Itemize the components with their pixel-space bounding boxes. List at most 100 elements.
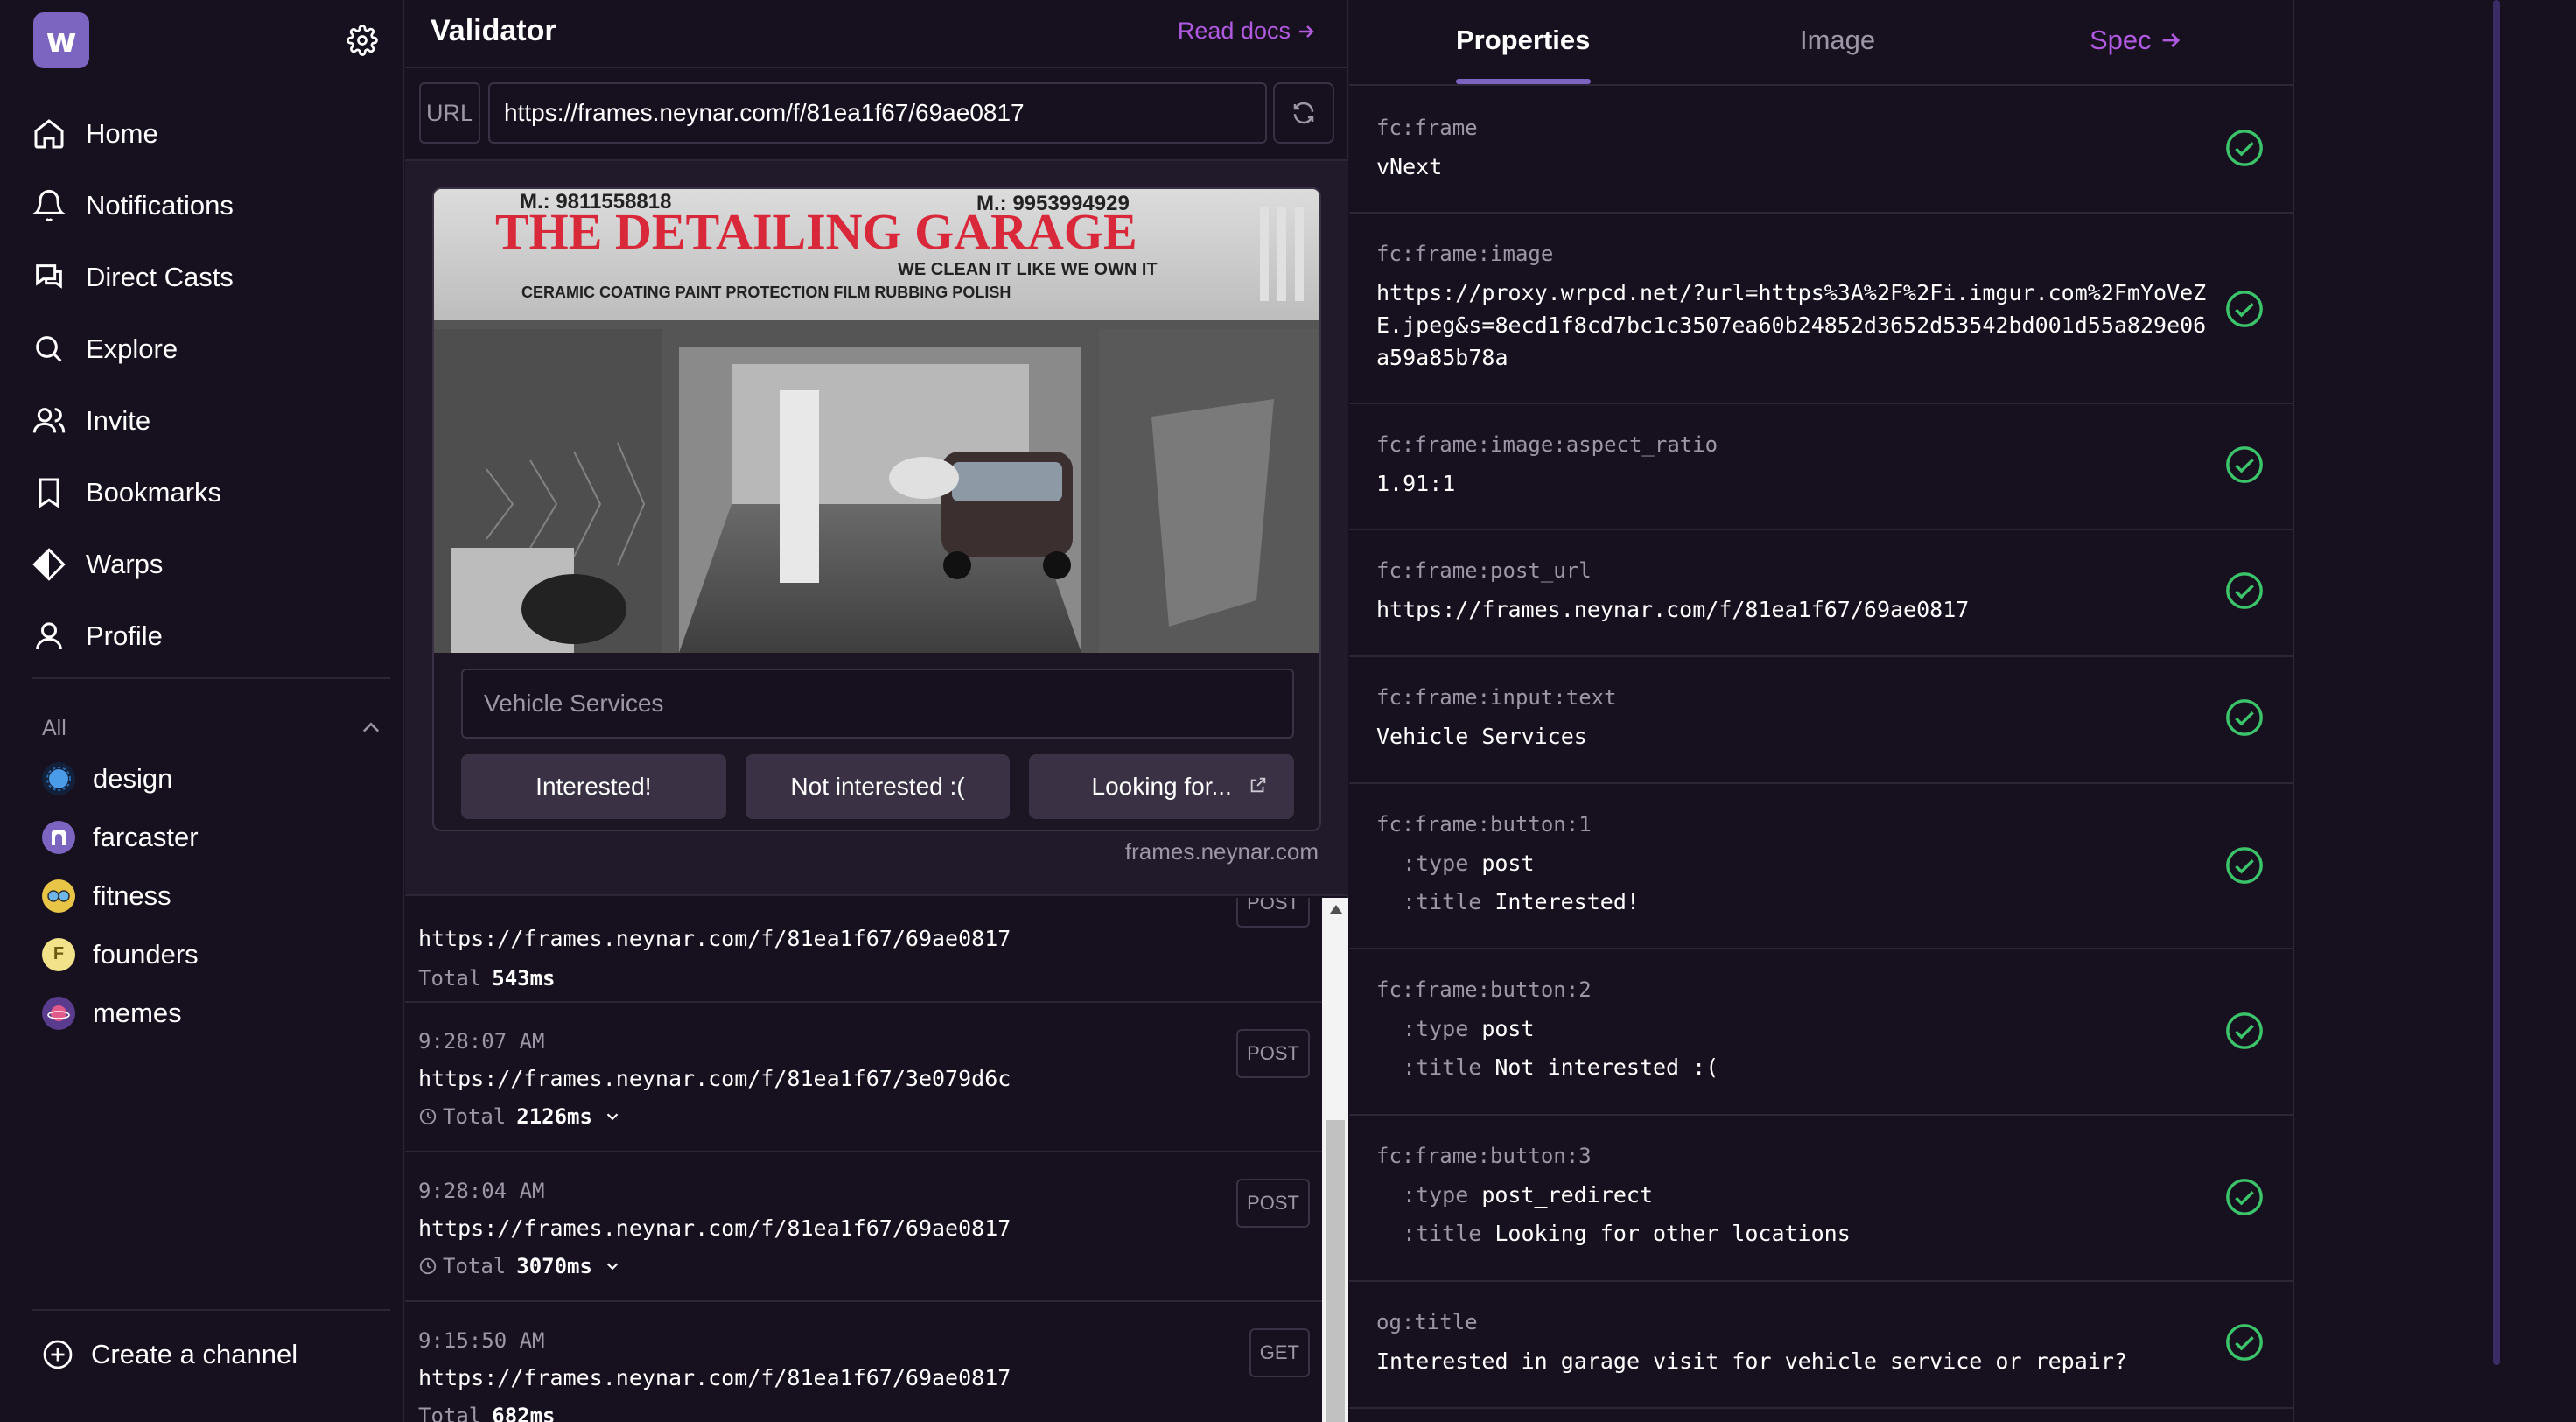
- frame-domain: frames.neynar.com: [1124, 838, 1319, 865]
- request-log[interactable]: POST https://frames.neynar.com/f/81ea1f6…: [405, 898, 1322, 1422]
- log-total[interactable]: Total 3070ms: [418, 1254, 622, 1278]
- frame-button-1[interactable]: Interested!: [461, 754, 726, 819]
- log-scrollbar[interactable]: [1322, 898, 1348, 1422]
- log-url: https://frames.neynar.com/f/81ea1f67/69a…: [418, 926, 1012, 951]
- property-value: Vehicle Services: [1376, 724, 1587, 749]
- check-circle-icon: [2226, 130, 2263, 166]
- check-circle-icon: [2226, 699, 2263, 736]
- log-entry[interactable]: 9:28:07 AM POST https://frames.neynar.co…: [405, 1003, 1322, 1152]
- tab-properties[interactable]: Properties: [1456, 25, 1590, 56]
- channel-label: design: [93, 762, 173, 794]
- page-scrollbar[interactable]: [2493, 0, 2500, 1365]
- nav-item-bookmarks[interactable]: Bookmarks: [32, 457, 390, 529]
- sub-value: post: [1481, 1016, 1535, 1041]
- sub-label: :title: [1403, 1221, 1482, 1246]
- nav-item-profile[interactable]: Profile: [32, 600, 390, 672]
- log-url: https://frames.neynar.com/f/81ea1f67/69a…: [418, 1365, 1012, 1390]
- channel-item-design[interactable]: design: [42, 749, 383, 808]
- chevron-up-icon[interactable]: [359, 716, 383, 740]
- property-row: fc:frame:post_url https://frames.neynar.…: [1349, 530, 2294, 657]
- channel-item-memes[interactable]: memes: [42, 984, 383, 1042]
- sub-value: Looking for other locations: [1494, 1221, 1851, 1246]
- nav-item-home[interactable]: Home: [32, 98, 390, 170]
- gear-icon[interactable]: [346, 25, 378, 56]
- main-nav: Home Notifications Direct Casts Explore …: [32, 98, 390, 672]
- sidebar-divider: [32, 1309, 390, 1311]
- users-icon: [32, 408, 66, 433]
- property-sub: :type post_redirect: [1403, 1182, 1653, 1208]
- property-row: og:title Interested in garage visit for …: [1349, 1282, 2294, 1409]
- channel-label: fitness: [93, 879, 172, 911]
- check-circle-icon: [2226, 1179, 2263, 1215]
- create-channel-label: Create a channel: [91, 1339, 298, 1369]
- sidebar-divider: [32, 677, 390, 679]
- channel-item-fitness[interactable]: fitness: [42, 866, 383, 925]
- search-icon: [36, 336, 62, 362]
- log-entry[interactable]: POST https://frames.neynar.com/f/81ea1f6…: [405, 898, 1322, 1003]
- frame-card: M.: 9811558818 M.: 9953994929 THE DETAIL…: [432, 187, 1321, 831]
- tab-spec[interactable]: Spec: [2090, 25, 2183, 56]
- scroll-up-arrow[interactable]: [1330, 905, 1342, 914]
- tab-image[interactable]: Image: [1800, 25, 1875, 56]
- sub-label: :title: [1403, 1054, 1482, 1080]
- property-sub: :title Looking for other locations: [1403, 1221, 1851, 1246]
- channel-item-founders[interactable]: F founders: [42, 925, 383, 984]
- frame-button-3[interactable]: Looking for...: [1029, 754, 1295, 819]
- channel-avatar: [42, 820, 75, 854]
- plus-circle-icon: [43, 1340, 73, 1369]
- channel-label: founders: [93, 938, 199, 970]
- nav-item-direct-casts[interactable]: Direct Casts: [32, 242, 390, 313]
- channel-avatar: [42, 879, 75, 913]
- nav-item-explore[interactable]: Explore: [32, 313, 390, 385]
- create-channel-button[interactable]: Create a channel: [42, 1339, 298, 1370]
- method-badge: POST: [1236, 1029, 1310, 1078]
- sign-tagline: WE CLEAN IT LIKE WE OWN IT: [898, 260, 1158, 279]
- channels-header: All: [42, 716, 66, 740]
- method-badge: POST: [1236, 1179, 1310, 1228]
- frame-button-3-label: Looking for...: [1091, 773, 1232, 800]
- warpcast-logo[interactable]: w: [33, 12, 89, 68]
- check-circle-icon: [2226, 446, 2263, 483]
- frame-button-2[interactable]: Not interested :(: [745, 754, 1011, 819]
- frame-text-input[interactable]: Vehicle Services: [461, 669, 1294, 739]
- method-badge: POST: [1236, 898, 1310, 928]
- log-total-label: Total: [443, 1254, 507, 1278]
- property-value: vNext: [1376, 154, 1443, 179]
- scroll-thumb[interactable]: [1326, 1120, 1345, 1422]
- chat-icon: [36, 264, 62, 289]
- url-input[interactable]: https://frames.neynar.com/f/81ea1f67/69a…: [488, 82, 1267, 144]
- property-value: 1.91:1: [1376, 471, 1456, 496]
- read-docs-label: Read docs: [1177, 18, 1291, 44]
- frame-image: M.: 9811558818 M.: 9953994929 THE DETAIL…: [434, 189, 1320, 653]
- chevron-down-icon: [606, 1263, 619, 1271]
- refresh-button[interactable]: [1273, 82, 1334, 144]
- read-docs-link[interactable]: Read docs: [1178, 18, 1317, 45]
- header-divider: [405, 67, 1348, 68]
- channel-label: farcaster: [93, 821, 199, 852]
- sub-label: :title: [1403, 889, 1482, 914]
- nav-item-warps[interactable]: Warps: [32, 529, 390, 600]
- log-total[interactable]: Total 2126ms: [418, 1104, 622, 1129]
- nav-item-notifications[interactable]: Notifications: [32, 170, 390, 242]
- channel-avatar: [42, 996, 75, 1030]
- property-row: fc:frame:button:3 :type post_redirect :t…: [1349, 1116, 2294, 1282]
- property-key: fc:frame:image:aspect_ratio: [1376, 432, 1718, 457]
- nav-item-invite[interactable]: Invite: [32, 385, 390, 457]
- channel-item-farcaster[interactable]: farcaster: [42, 808, 383, 866]
- sub-label: :type: [1403, 1182, 1469, 1208]
- refresh-icon: [1293, 102, 1314, 124]
- log-entry[interactable]: 9:28:04 AM POST https://frames.neynar.co…: [405, 1152, 1322, 1302]
- frame-preview-area: M.: 9811558818 M.: 9953994929 THE DETAIL…: [405, 159, 1348, 896]
- property-key: fc:frame: [1376, 116, 1478, 140]
- arrow-right-icon: [1299, 25, 1314, 38]
- channel-avatar: [42, 761, 75, 795]
- channel-label: memes: [93, 997, 182, 1028]
- sub-value: post_redirect: [1481, 1182, 1653, 1208]
- log-entry[interactable]: 9:15:50 AM GET https://frames.neynar.com…: [405, 1302, 1322, 1422]
- sub-label: :type: [1403, 851, 1469, 876]
- log-total-value: 543ms: [492, 966, 556, 991]
- property-value: Interested in garage visit for vehicle s…: [1376, 1348, 2127, 1374]
- frame-buttons: Interested! Not interested :( Looking fo…: [461, 754, 1295, 819]
- log-total: Total 682ms: [418, 1404, 556, 1422]
- property-row: fc:frame:image https://proxy.wrpcd.net/?…: [1349, 214, 2294, 404]
